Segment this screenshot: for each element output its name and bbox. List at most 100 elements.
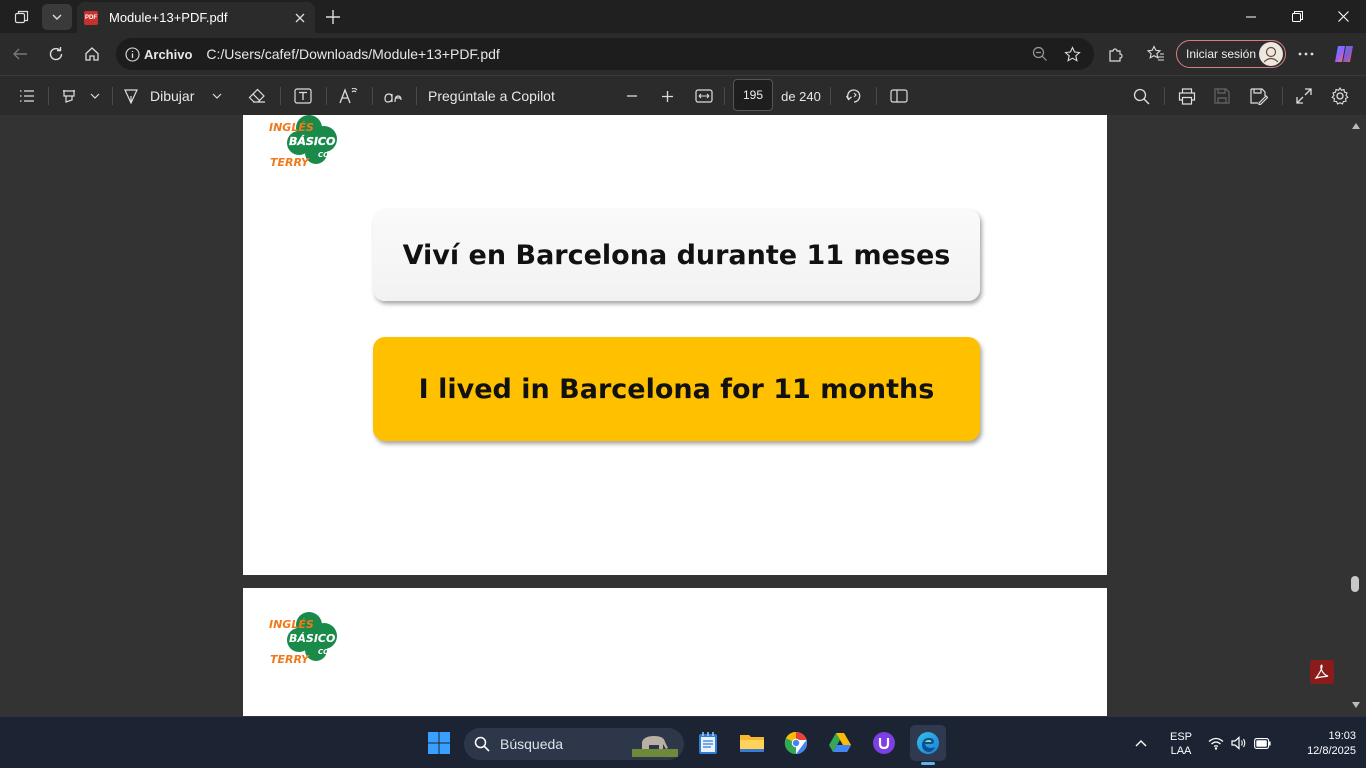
show-hidden-icons-chevron-icon[interactable] <box>1125 725 1157 761</box>
ingles-basico-logo: INGLÉS BÁSICO CON TERRY <box>269 612 349 668</box>
vertical-scrollbar[interactable] <box>1346 115 1366 716</box>
site-label: Archivo <box>144 46 193 62</box>
workspaces-icon[interactable] <box>7 4 37 30</box>
save-icon[interactable] <box>1209 82 1235 110</box>
scrollbar-thumb[interactable] <box>1351 576 1359 592</box>
page-number-input[interactable]: 195 <box>733 79 773 111</box>
pdf-viewer[interactable]: INGLÉS BÁSICO CON TERRY Viví en Barcelon… <box>0 115 1366 716</box>
logo-text-basico: BÁSICO <box>289 632 335 645</box>
microsoft-edge-icon[interactable] <box>910 725 946 765</box>
google-drive-icon[interactable] <box>822 725 858 761</box>
search-placeholder: Búsqueda <box>500 736 564 752</box>
english-sentence-card: I lived in Barcelona for 11 months <box>373 337 980 441</box>
notepad-icon[interactable] <box>690 725 726 761</box>
back-arrow-icon[interactable] <box>4 38 36 70</box>
wifi-icon <box>1208 737 1223 750</box>
zoom-out-minus-icon[interactable] <box>620 82 644 110</box>
copilot-icon[interactable] <box>1328 38 1360 70</box>
toolbar-separator <box>280 87 281 105</box>
tab-title: Module+13+PDF.pdf <box>109 10 228 25</box>
logo-text-terry: TERRY <box>270 156 310 169</box>
site-info-button[interactable]: Archivo <box>125 47 192 62</box>
english-sentence: I lived in Barcelona for 11 months <box>418 373 935 405</box>
zoom-in-plus-icon[interactable] <box>655 82 679 110</box>
toolbar-separator <box>416 87 417 105</box>
minimize-icon[interactable] <box>1228 0 1274 33</box>
refresh-icon[interactable] <box>40 38 72 70</box>
file-explorer-icon[interactable] <box>734 725 770 761</box>
toolbar-separator <box>1164 87 1165 105</box>
draw-button[interactable]: Dibujar <box>122 82 232 110</box>
add-text-icon[interactable] <box>290 82 316 110</box>
rotate-icon[interactable] <box>841 82 867 110</box>
tab-actions-chevron-icon[interactable] <box>42 4 72 30</box>
highlight-options-chevron-icon[interactable] <box>86 82 104 110</box>
extensions-icon[interactable] <box>1099 38 1131 70</box>
eraser-icon[interactable] <box>244 82 270 110</box>
keyboard-layout-code: LAA <box>1170 745 1192 757</box>
active-app-indicator <box>921 762 935 765</box>
read-aloud-icon[interactable] <box>336 82 362 110</box>
clock-date: 12/8/2025 <box>1307 745 1356 757</box>
tab-active[interactable]: PDF Module+13+PDF.pdf <box>77 2 315 33</box>
search-icon[interactable] <box>1128 82 1154 110</box>
more-menu-icon[interactable] <box>1290 38 1322 70</box>
pdf-file-icon: PDF <box>84 10 98 25</box>
close-tab-icon[interactable] <box>289 7 311 29</box>
zoom-out-icon[interactable] <box>1026 40 1054 68</box>
search-highlight-elephant-icon <box>632 736 678 757</box>
toolbar-separator <box>326 87 327 105</box>
scroll-down-arrow-icon <box>1352 702 1360 708</box>
pdf-page: INGLÉS BÁSICO CON TERRY Viví en Barcelon… <box>243 115 1107 575</box>
restore-icon[interactable] <box>1274 0 1320 33</box>
fit-width-icon[interactable] <box>692 82 716 110</box>
info-icon <box>125 46 140 62</box>
quick-settings-button[interactable] <box>1204 725 1274 761</box>
logo-text-con: CON <box>318 151 335 159</box>
new-tab-icon[interactable] <box>318 4 348 30</box>
acrobat-icon[interactable] <box>1310 660 1334 684</box>
translate-icon[interactable] <box>380 82 406 110</box>
ingles-basico-logo: INGLÉS BÁSICO CON TERRY <box>269 115 349 171</box>
highlight-icon[interactable] <box>56 82 82 110</box>
contents-list-icon[interactable] <box>14 82 40 110</box>
address-bar-row: Archivo C:/Users/cafef/Downloads/Module+… <box>0 33 1366 75</box>
url-text[interactable]: C:/Users/cafef/Downloads/Module+13+PDF.p… <box>206 46 1026 62</box>
page-total: de 240 <box>781 88 821 104</box>
taskbar-search[interactable]: Búsqueda <box>464 728 684 760</box>
favorites-icon[interactable] <box>1140 38 1172 70</box>
pdf-toolbar: Dibujar Pregúntale a Copilot 195 de 240 <box>0 75 1366 115</box>
address-bar[interactable]: Archivo C:/Users/cafef/Downloads/Module+… <box>116 38 1094 70</box>
ask-copilot-button[interactable]: Pregúntale a Copilot <box>428 82 568 110</box>
battery-icon <box>1253 737 1271 749</box>
taskbar: Búsqueda ESP LAA 19:03 12/8/2025 <box>0 716 1366 768</box>
settings-gear-icon[interactable] <box>1327 82 1353 110</box>
home-icon[interactable] <box>76 38 108 70</box>
toolbar-separator <box>724 87 725 105</box>
toolbar-separator <box>876 87 877 105</box>
clock-button[interactable]: 19:03 12/8/2025 <box>1282 730 1356 757</box>
toolbar-separator <box>48 87 49 105</box>
save-as-icon[interactable] <box>1246 82 1272 110</box>
favorite-star-icon[interactable] <box>1058 40 1086 68</box>
signin-button[interactable]: Iniciar sesión <box>1176 40 1286 68</box>
page-view-icon[interactable] <box>886 82 912 110</box>
app-u-icon[interactable] <box>866 725 902 761</box>
logo-text-basico: BÁSICO <box>289 135 335 148</box>
google-chrome-icon[interactable] <box>778 725 814 761</box>
draw-pen-icon <box>124 89 138 105</box>
clock-time: 19:03 <box>1328 730 1356 742</box>
fullscreen-icon[interactable] <box>1291 82 1317 110</box>
language-code: ESP <box>1169 731 1192 743</box>
toolbar-separator <box>830 87 831 105</box>
input-language-button[interactable]: ESP LAA <box>1163 731 1199 757</box>
signin-label: Iniciar sesión <box>1186 47 1257 61</box>
draw-label: Dibujar <box>150 88 195 104</box>
close-window-icon[interactable] <box>1320 0 1366 33</box>
volume-icon <box>1230 736 1245 750</box>
print-icon[interactable] <box>1174 82 1200 110</box>
windows-start-icon[interactable] <box>421 725 457 761</box>
pdf-page: INGLÉS BÁSICO CON TERRY <box>243 588 1107 716</box>
spanish-sentence-card: Viví en Barcelona durante 11 meses <box>373 209 980 301</box>
toolbar-separator <box>112 87 113 105</box>
